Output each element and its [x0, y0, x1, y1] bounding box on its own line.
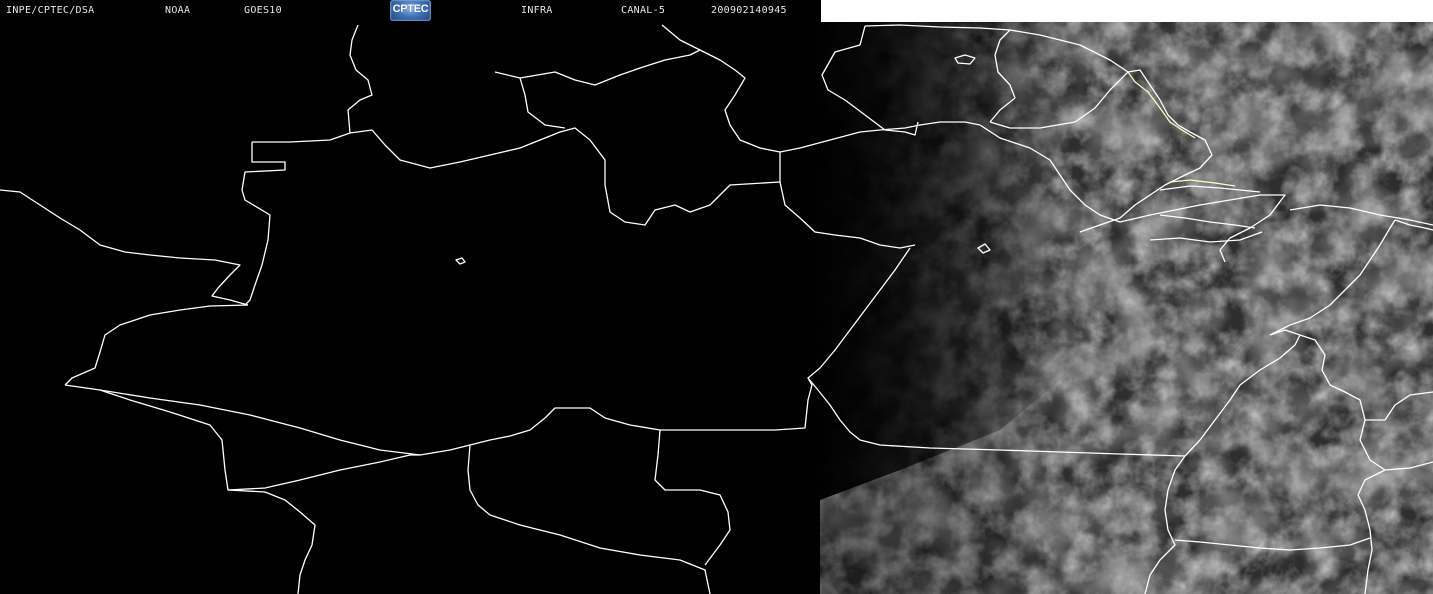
channel-label: CANAL-5 [621, 5, 666, 16]
satellite-label: GOES10 [244, 5, 282, 16]
cloud-layer [700, 22, 1433, 594]
header-blank-area [821, 0, 1433, 22]
satellite-image [0, 0, 1433, 594]
product-label: INFRA [521, 5, 553, 16]
timestamp-label: 200902140945 [711, 5, 787, 16]
cptec-logo: CPTEC [390, 0, 431, 21]
header-bar: INPE/CPTEC/DSA NOAA GOES10 CPTEC INFRA C… [0, 0, 821, 22]
cptec-logo-text: CPTEC [392, 3, 429, 15]
agency-label: NOAA [165, 5, 191, 16]
source-label: INPE/CPTEC/DSA [6, 5, 95, 16]
